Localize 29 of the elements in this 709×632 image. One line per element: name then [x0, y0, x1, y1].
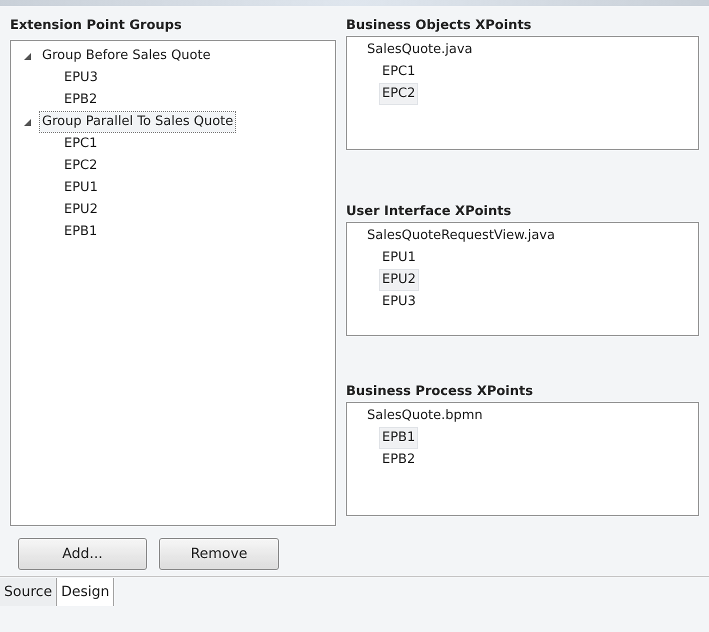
tree-node[interactable]: Group Parallel To Sales Quote [39, 111, 236, 133]
tab[interactable]: Design [56, 578, 114, 606]
list-item[interactable]: EPB2 [379, 449, 418, 471]
tree-item[interactable]: EPU2 [61, 199, 101, 221]
list-item[interactable]: EPU3 [379, 291, 419, 313]
list-root-item: SalesQuoteRequestView.java [367, 227, 556, 245]
section-heading: Business Objects XPoints [346, 17, 532, 35]
tree-item[interactable]: EPU3 [61, 67, 101, 89]
list-item[interactable]: EPU2 [379, 269, 419, 291]
tab[interactable]: Source [0, 578, 56, 606]
section-heading: Business Process XPoints [346, 383, 534, 401]
dialog-button[interactable]: Add... [18, 538, 147, 570]
expanded-triangle-icon[interactable] [24, 118, 30, 126]
list-item[interactable]: EPC2 [379, 83, 418, 105]
tree-node[interactable]: Group Before Sales Quote [39, 45, 214, 67]
tree-item[interactable]: EPB1 [61, 221, 100, 243]
list-root-item: SalesQuote.java [367, 41, 474, 59]
list-item[interactable]: EPB1 [379, 427, 418, 449]
tree-item[interactable]: EPB2 [61, 89, 100, 111]
tree-item[interactable]: EPU1 [61, 177, 101, 199]
tree-item[interactable]: EPC2 [61, 155, 100, 177]
expanded-triangle-icon[interactable] [24, 52, 30, 60]
section-heading: Extension Point Groups [10, 17, 183, 35]
tree-item[interactable]: EPC1 [61, 133, 100, 155]
list-item[interactable]: EPC1 [379, 61, 418, 83]
section-heading: User Interface XPoints [346, 203, 512, 221]
list-root-item: SalesQuote.bpmn [367, 407, 484, 425]
list-item[interactable]: EPU1 [379, 247, 419, 269]
dialog-button[interactable]: Remove [159, 538, 279, 570]
